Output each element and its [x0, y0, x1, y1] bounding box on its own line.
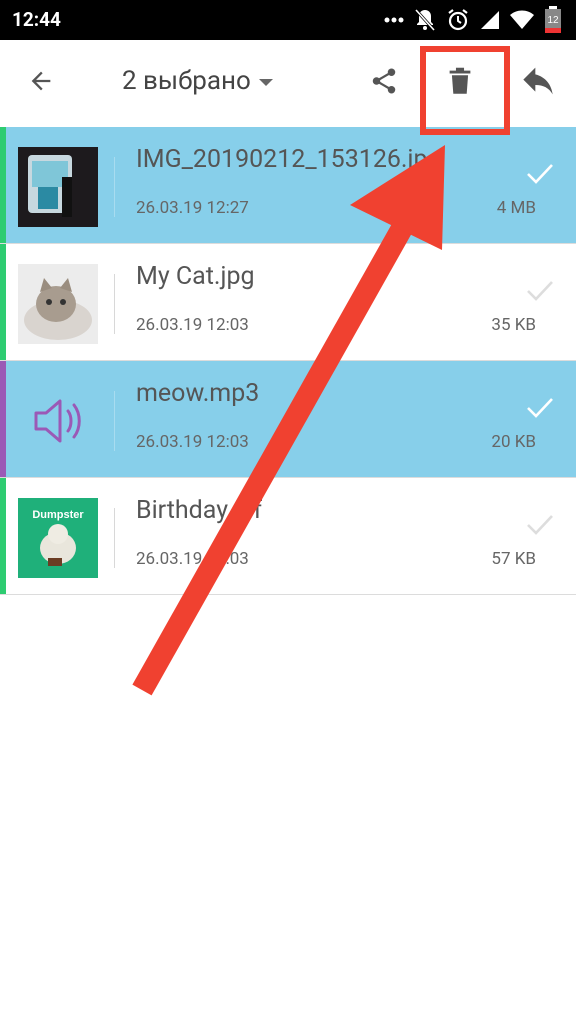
file-date: 26.03.19 12:03 [136, 315, 249, 335]
file-type-accent [0, 244, 6, 360]
signal-icon [480, 10, 500, 30]
gif-thumbnail: Dumpster [18, 498, 98, 578]
file-row[interactable]: Dumpster Birthday.gif 26.03.19 12:03 57 … [0, 478, 576, 595]
notifications-off-icon [414, 8, 436, 32]
file-size: 20 KB [491, 432, 536, 452]
arrow-back-icon [27, 67, 55, 99]
file-type-accent [0, 361, 6, 477]
file-date: 26.03.19 12:27 [136, 198, 249, 218]
checkmark-icon[interactable] [524, 157, 556, 189]
file-type-accent [0, 127, 6, 243]
svg-text:12: 12 [547, 15, 559, 26]
row-divider [114, 157, 115, 217]
file-name: meow.mp3 [136, 379, 260, 408]
trash-icon [446, 66, 474, 100]
share-icon [369, 66, 399, 100]
file-row[interactable]: meow.mp3 26.03.19 12:03 20 KB [0, 361, 576, 478]
speaker-icon [18, 399, 98, 461]
row-divider [114, 508, 115, 568]
share-button[interactable] [361, 60, 407, 106]
file-date: 26.03.19 12:03 [136, 549, 249, 569]
selection-count-dropdown[interactable]: 2 выбрано [122, 66, 273, 96]
selection-count-label: 2 выбрано [122, 66, 251, 96]
wifi-icon [510, 10, 534, 30]
status-time: 12:44 [12, 8, 61, 31]
audio-thumbnail [18, 381, 98, 461]
dots-icon [384, 16, 404, 24]
reply-button[interactable] [515, 60, 561, 106]
status-icons: 12 [384, 6, 562, 34]
reply-icon [522, 66, 554, 100]
file-name: My Cat.jpg [136, 262, 255, 291]
caret-down-icon [258, 79, 273, 86]
file-list: IMG_20190212_153126.jpg 26.03.19 12:27 4… [0, 127, 576, 595]
file-size: 4 MB [496, 198, 536, 218]
checkmark-icon[interactable] [524, 508, 556, 540]
alarm-icon [446, 8, 470, 32]
file-size: 57 KB [491, 549, 536, 569]
action-toolbar: 2 выбрано [0, 40, 576, 127]
back-button[interactable] [18, 60, 64, 106]
delete-button[interactable] [437, 60, 483, 106]
file-type-accent [0, 478, 6, 594]
row-divider [114, 274, 115, 334]
checkmark-icon[interactable] [524, 274, 556, 306]
image-thumbnail [18, 264, 98, 344]
file-name: IMG_20190212_153126.jpg [136, 145, 442, 174]
checkmark-icon[interactable] [524, 391, 556, 423]
file-date: 26.03.19 12:03 [136, 432, 249, 452]
battery-icon: 12 [544, 6, 562, 34]
row-divider [114, 391, 115, 451]
status-bar: 12:44 12 [0, 0, 576, 40]
file-row[interactable]: My Cat.jpg 26.03.19 12:03 35 KB [0, 244, 576, 361]
image-thumbnail [18, 147, 98, 227]
file-row[interactable]: IMG_20190212_153126.jpg 26.03.19 12:27 4… [0, 127, 576, 244]
file-name: Birthday.gif [136, 496, 263, 525]
file-size: 35 KB [491, 315, 536, 335]
svg-text:Dumpster: Dumpster [32, 509, 84, 521]
